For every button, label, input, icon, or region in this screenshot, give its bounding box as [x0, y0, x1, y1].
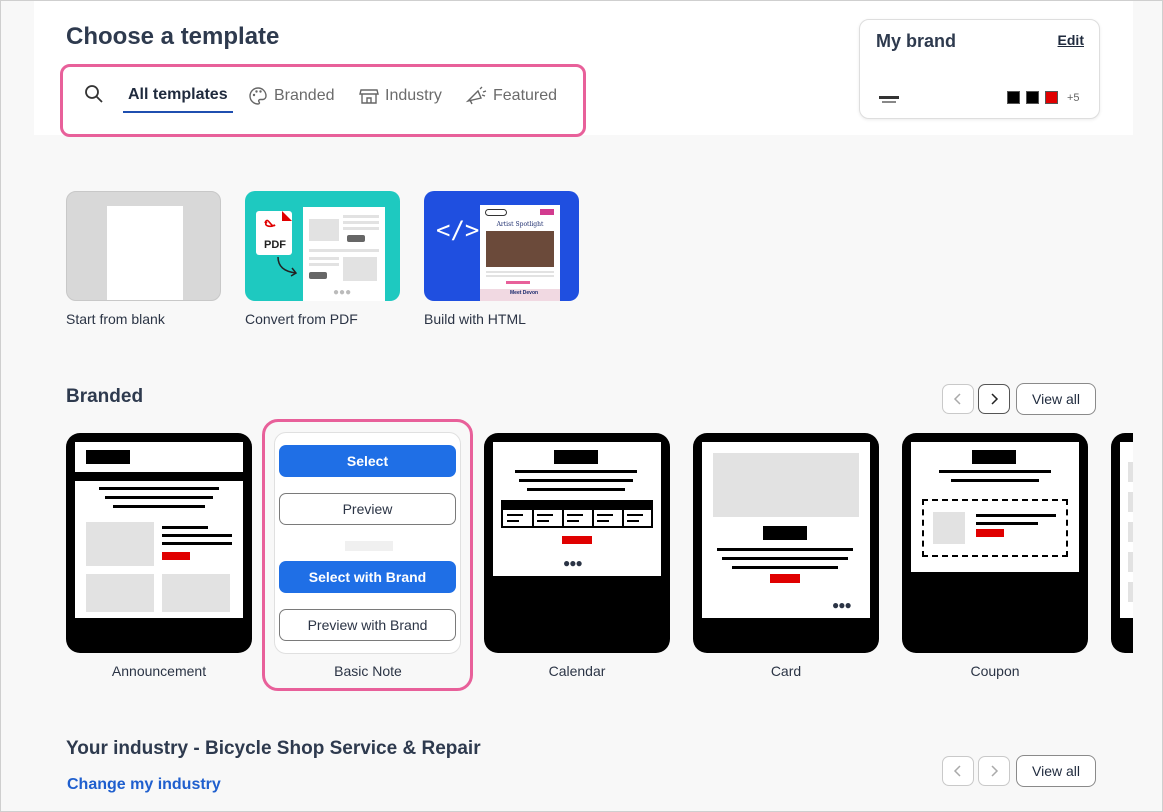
color-swatch-black [1026, 91, 1039, 104]
preview-subheading: Meet Devon [510, 290, 539, 296]
brand-color-swatches: +5 [1007, 91, 1080, 104]
convert-from-pdf-card[interactable]: PDF ●●● [245, 191, 400, 301]
palette-icon [248, 86, 268, 106]
tab-label: Featured [493, 87, 558, 104]
start-from-blank-card[interactable] [66, 191, 221, 301]
template-label: Coupon [970, 663, 1020, 679]
chevron-left-icon [953, 765, 961, 777]
pdf-preview-page: ●●● [303, 207, 385, 301]
chevron-right-icon [991, 765, 999, 777]
tab-featured[interactable]: Featured [465, 86, 557, 106]
template-announcement[interactable] [66, 433, 252, 653]
tab-all-templates[interactable]: All templates [128, 86, 228, 104]
preview-heading: Artist Spotlight [496, 221, 544, 228]
tab-label: Branded [274, 87, 335, 104]
select-with-brand-button[interactable]: Select with Brand [279, 561, 456, 593]
change-industry-link[interactable]: Change my industry [67, 776, 221, 794]
industry-prev-button[interactable] [942, 756, 974, 786]
select-button[interactable]: Select [279, 445, 456, 477]
blank-page-illustration [107, 206, 183, 300]
pdf-file-icon: PDF [256, 211, 292, 255]
more-colors-count: +5 [1067, 91, 1080, 104]
industry-section-title: Your industry - Bicycle Shop Service & R… [66, 738, 481, 759]
template-label: Card [770, 663, 802, 679]
arrow-icon [277, 256, 298, 277]
my-brand-card: My brand Edit +5 [859, 19, 1100, 119]
convert-from-pdf-label: Convert from PDF [245, 311, 358, 327]
branded-view-all-button[interactable]: View all [1016, 383, 1096, 415]
branded-next-button[interactable] [978, 384, 1010, 414]
template-label: Basic Note [334, 663, 402, 679]
template-next-partial[interactable] [1111, 433, 1133, 653]
code-icon: </> [436, 216, 480, 244]
color-swatch-red [1045, 91, 1058, 104]
build-with-html-card[interactable]: </> Artist Spotlight Meet Devon [424, 191, 579, 301]
start-from-blank-label: Start from blank [66, 311, 165, 327]
brand-logo [877, 92, 901, 103]
template-label: Announcement [111, 663, 207, 679]
tab-branded[interactable]: Branded [248, 86, 335, 106]
brand-edit-link[interactable]: Edit [1058, 32, 1084, 48]
tab-label: Industry [385, 87, 442, 104]
pdf-badge: PDF [264, 239, 286, 251]
template-coupon[interactable] [902, 433, 1088, 653]
megaphone-icon [465, 86, 487, 106]
chevron-left-icon [953, 393, 961, 405]
branded-section-title: Branded [66, 386, 144, 407]
tab-label: All templates [128, 86, 228, 103]
preview-with-brand-button[interactable]: Preview with Brand [279, 609, 456, 641]
html-preview-page: Artist Spotlight Meet Devon [480, 205, 560, 301]
industry-view-all-button[interactable]: View all [1016, 755, 1096, 787]
template-filter-tabs: All templates Branded Industry Featured [60, 64, 586, 137]
branded-prev-button[interactable] [942, 384, 974, 414]
color-swatch-black [1007, 91, 1020, 104]
chevron-right-icon [991, 393, 999, 405]
search-icon[interactable] [84, 84, 104, 104]
page-title: Choose a template [66, 23, 280, 50]
preview-button[interactable]: Preview [279, 493, 456, 525]
template-calendar[interactable]: ●●● [484, 433, 670, 653]
active-tab-underline [123, 111, 233, 113]
brand-title: My brand [876, 31, 957, 51]
storefront-icon [359, 86, 379, 106]
template-card[interactable]: ●●● [693, 433, 879, 653]
industry-next-button[interactable] [978, 756, 1010, 786]
tab-industry[interactable]: Industry [359, 86, 442, 106]
build-with-html-label: Build with HTML [424, 311, 526, 327]
template-label: Calendar [548, 663, 606, 679]
